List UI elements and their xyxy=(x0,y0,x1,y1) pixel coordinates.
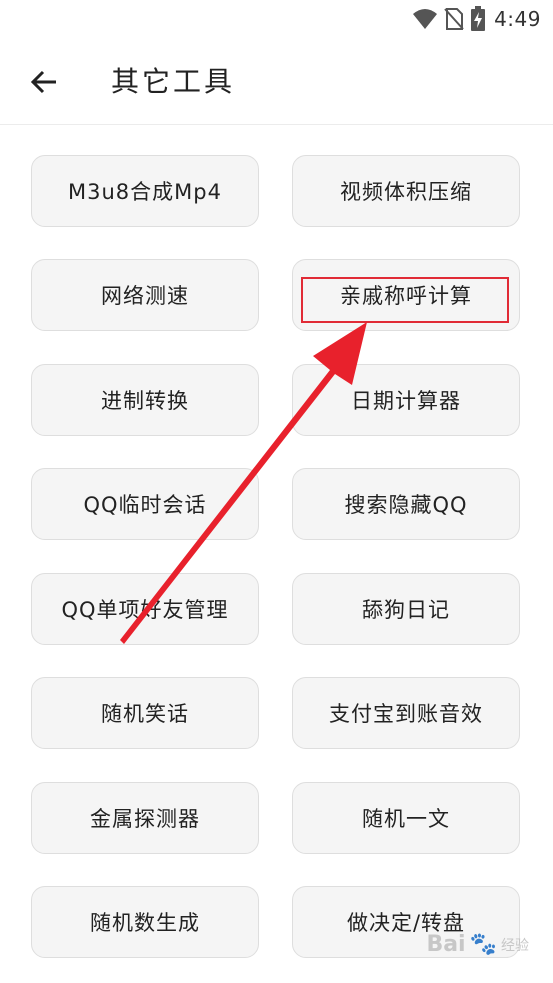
wifi-icon xyxy=(413,9,438,29)
arrow-left-icon xyxy=(30,70,56,94)
page-title: 其它工具 xyxy=(111,65,236,98)
tool-button-qq-friend-manage[interactable]: QQ单项好友管理 xyxy=(31,573,259,645)
back-button[interactable] xyxy=(22,60,66,104)
tool-button-metal-detector[interactable]: 金属探测器 xyxy=(31,782,259,854)
baidu-watermark: Bai 🐾 经验 xyxy=(426,932,529,957)
tool-button-alipay-sound[interactable]: 支付宝到账音效 xyxy=(292,677,520,749)
battery-charging-icon xyxy=(471,6,486,31)
no-sim-icon xyxy=(444,8,464,30)
tool-button-random-article[interactable]: 随机一文 xyxy=(292,782,520,854)
tool-button-search-hidden-qq[interactable]: 搜索隐藏QQ xyxy=(292,468,520,540)
tool-button-diary[interactable]: 舔狗日记 xyxy=(292,573,520,645)
watermark-text: Bai xyxy=(426,932,466,957)
status-bar: 4:49 xyxy=(0,0,553,38)
status-icons: 4:49 xyxy=(412,6,541,32)
tool-button-random-number[interactable]: 随机数生成 xyxy=(31,886,259,958)
app-bar: 其它工具 xyxy=(0,38,553,125)
tool-button-video-compress[interactable]: 视频体积压缩 xyxy=(292,155,520,227)
tool-button-date-calculator[interactable]: 日期计算器 xyxy=(292,364,520,436)
watermark-suffix: 经验 xyxy=(501,937,529,954)
tool-button-m3u8-merge[interactable]: M3u8合成Mp4 xyxy=(31,155,259,227)
tool-button-base-convert[interactable]: 进制转换 xyxy=(31,364,259,436)
paw-icon: 🐾 xyxy=(469,932,497,957)
status-time: 4:49 xyxy=(494,7,541,31)
tool-button-qq-temp-chat[interactable]: QQ临时会话 xyxy=(31,468,259,540)
tool-button-speed-test[interactable]: 网络测速 xyxy=(31,259,259,331)
annotation-highlight-box xyxy=(301,277,509,323)
tool-button-random-joke[interactable]: 随机笑话 xyxy=(31,677,259,749)
